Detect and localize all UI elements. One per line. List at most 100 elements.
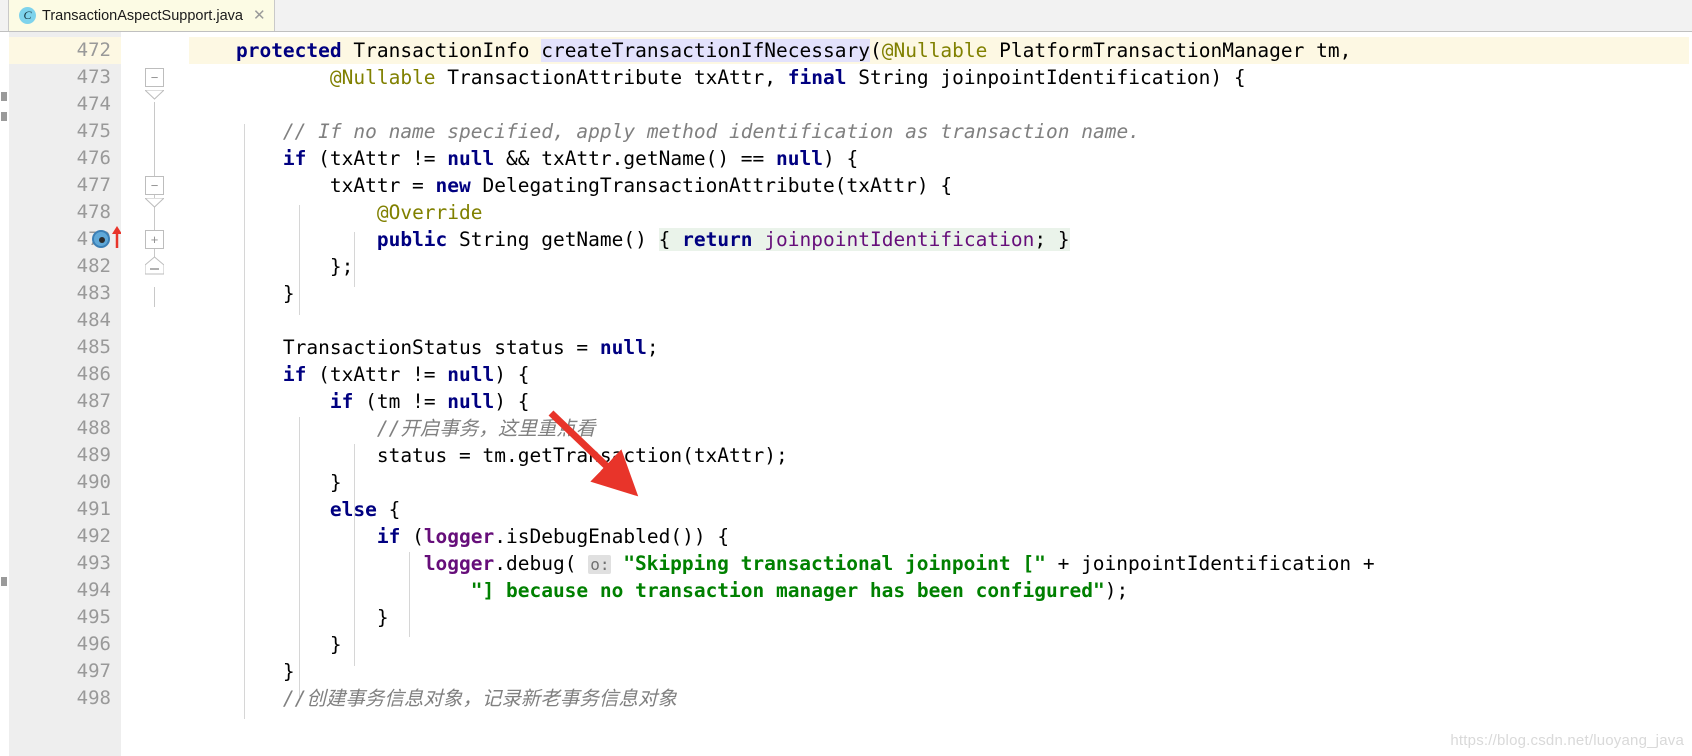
editor-tab-bar: C TransactionAspectSupport.java ✕: [0, 0, 1692, 32]
watermark-text: https://blog.csdn.net/luoyang_java: [1450, 732, 1684, 749]
code-token: );: [1104, 579, 1129, 602]
code-token: PlatformTransactionManager tm,: [987, 39, 1352, 62]
line-number-474[interactable]: 474: [9, 91, 121, 118]
vcs-change-marker: [1, 112, 7, 121]
code-line-498[interactable]: //创建事务信息对象，记录新老事务信息对象: [189, 685, 677, 712]
code-token: else: [329, 498, 377, 521]
code-line-490[interactable]: }: [189, 469, 342, 496]
code-text-area[interactable]: protected TransactionInfo createTransact…: [189, 32, 1692, 756]
code-token: logger: [423, 552, 495, 575]
code-token: "Skipping transactional joinpoint [": [623, 552, 1046, 575]
line-number-473[interactable]: 473: [9, 64, 121, 91]
code-token: status = tm.getTransaction(txAttr);: [189, 444, 788, 467]
code-token: null: [599, 336, 647, 359]
code-line-493[interactable]: logger.debug( o: "Skipping transactional…: [189, 550, 1375, 577]
code-token: if: [329, 390, 354, 413]
code-line-479[interactable]: public String getName() { return joinpoi…: [189, 226, 1070, 253]
line-number-498[interactable]: 498: [9, 685, 121, 712]
line-number-494[interactable]: 494: [9, 577, 121, 604]
code-line-492[interactable]: if (logger.isDebugEnabled()) {: [189, 523, 729, 550]
code-token: null: [447, 363, 495, 386]
fold-region-end-marker: [143, 85, 166, 109]
line-number-477[interactable]: 477: [9, 172, 121, 199]
line-number-475[interactable]: 475: [9, 118, 121, 145]
code-line-488[interactable]: //开启事务，这里重点看: [189, 415, 595, 442]
code-line-495[interactable]: }: [189, 604, 389, 631]
code-line-485[interactable]: TransactionStatus status = null;: [189, 334, 659, 361]
code-line-473[interactable]: @Nullable TransactionAttribute txAttr, f…: [189, 64, 1246, 91]
editor-window: C TransactionAspectSupport.java ✕ 472 473…: [0, 0, 1692, 756]
code-token: ) {: [494, 363, 530, 386]
line-number-482[interactable]: 482: [9, 253, 121, 280]
code-line-482[interactable]: };: [189, 253, 354, 280]
code-token: }: [189, 471, 342, 494]
code-token: @Nullable: [329, 66, 436, 89]
line-number-496[interactable]: 496: [9, 631, 121, 658]
line-number-491[interactable]: 491: [9, 496, 121, 523]
fold-region-end-marker: [143, 193, 166, 217]
line-number-478[interactable]: 478: [9, 199, 121, 226]
code-token: }: [189, 633, 342, 656]
code-line-472[interactable]: protected TransactionInfo createTransact…: [189, 37, 1692, 64]
code-line-496[interactable]: }: [189, 631, 342, 658]
tab-bar-empty-area: [274, 0, 1692, 31]
line-number-483[interactable]: 483: [9, 280, 121, 307]
code-line-494[interactable]: "] because no transaction manager has be…: [189, 577, 1128, 604]
line-number-492[interactable]: 492: [9, 523, 121, 550]
editor-tab-transactionaspectsupport[interactable]: C TransactionAspectSupport.java ✕: [9, 0, 275, 31]
code-line-477[interactable]: txAttr = new DelegatingTransactionAttrib…: [189, 172, 952, 199]
code-token: if: [282, 363, 307, 386]
line-number-497[interactable]: 497: [9, 658, 121, 685]
code-line-483[interactable]: }: [189, 280, 295, 307]
code-line-475[interactable]: // If no name specified, apply method id…: [189, 118, 1140, 145]
override-method-icon[interactable]: [92, 230, 110, 248]
code-token: joinpointIdentification: [764, 228, 1035, 251]
tab-bar-left-edge: [0, 0, 9, 31]
line-number-484[interactable]: 484: [9, 307, 121, 334]
code-folding-strip[interactable]: − − +: [121, 32, 189, 756]
code-line-487[interactable]: if (tm != null) {: [189, 388, 530, 415]
code-line-478[interactable]: @Override: [189, 199, 483, 226]
line-number-485[interactable]: 485: [9, 334, 121, 361]
code-token: (txAttr !=: [306, 147, 448, 170]
fold-region-start-marker[interactable]: [144, 256, 165, 280]
line-number-gutter[interactable]: 4724734744754764774784794824834844854864…: [9, 32, 122, 756]
code-line-491[interactable]: else {: [189, 496, 400, 523]
code-token: null: [776, 147, 823, 170]
code-line-489[interactable]: status = tm.getTransaction(txAttr);: [189, 442, 788, 469]
fold-expand-icon[interactable]: +: [145, 230, 164, 249]
line-number-490[interactable]: 490: [9, 469, 121, 496]
close-icon[interactable]: ✕: [253, 8, 266, 23]
editor-tab-label: TransactionAspectSupport.java: [42, 7, 243, 24]
code-token: ) {: [823, 147, 859, 170]
line-number-486[interactable]: 486: [9, 361, 121, 388]
line-number-487[interactable]: 487: [9, 388, 121, 415]
line-number-495[interactable]: 495: [9, 604, 121, 631]
code-line-486[interactable]: if (txAttr != null) {: [189, 361, 530, 388]
code-token: "] because no transaction manager has be…: [470, 579, 1105, 602]
line-number-493[interactable]: 493: [9, 550, 121, 577]
code-token: String joinpointIdentification) {: [846, 66, 1246, 89]
code-line-476[interactable]: if (txAttr != null && txAttr.getName() =…: [189, 145, 858, 172]
code-token: if: [282, 147, 307, 170]
line-number-472[interactable]: 472: [9, 37, 121, 64]
line-number-488[interactable]: 488: [9, 415, 121, 442]
code-token: ; }: [1034, 228, 1070, 251]
line-number-476[interactable]: 476: [9, 145, 121, 172]
line-number-489[interactable]: 489: [9, 442, 121, 469]
code-token: @Nullable: [881, 39, 988, 62]
code-token: public: [376, 228, 448, 251]
code-token: (tm !=: [353, 390, 448, 413]
code-editor[interactable]: 4724734744754764774784794824834844854864…: [0, 32, 1692, 756]
code-line-497[interactable]: }: [189, 658, 295, 685]
